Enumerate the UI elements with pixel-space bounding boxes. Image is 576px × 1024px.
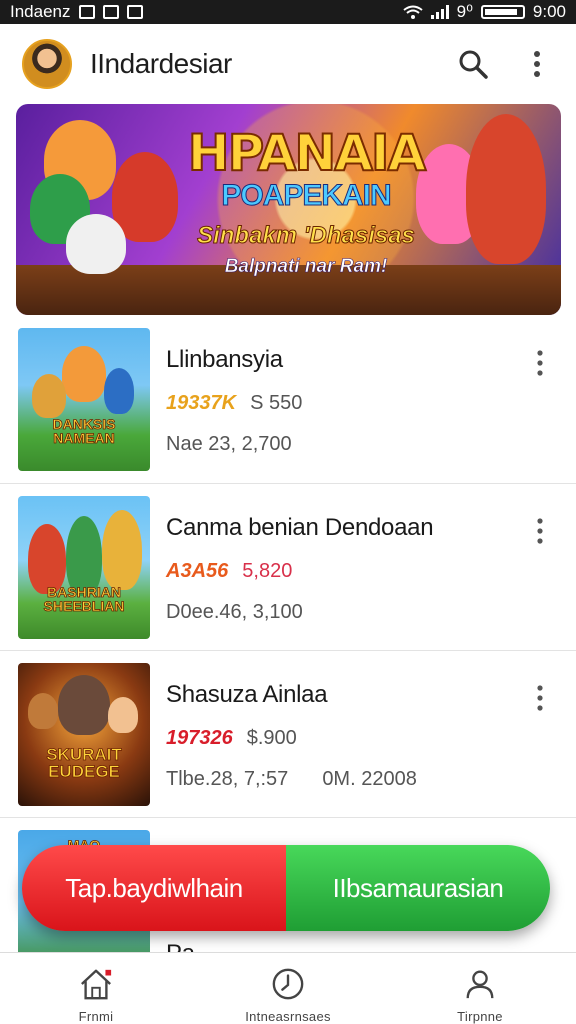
battery-percent: 9⁰ [456, 2, 473, 21]
message-icon [126, 5, 143, 19]
nav-profile-label: Tirpnne [457, 1009, 503, 1024]
avatar[interactable] [22, 39, 72, 89]
install-cta[interactable]: Tap.baydiwlhain IIbsamaurasian [22, 845, 550, 931]
nav-activity-label: Intneasrnsaes [245, 1009, 331, 1024]
game-price-primary: 19337K [166, 392, 237, 414]
banner-subtitle: POAPEKAIN [221, 179, 392, 213]
search-button[interactable] [456, 47, 490, 81]
wifi-icon [403, 5, 423, 19]
bottom-navigation: Frnmi Intneasrnsaes Tirpnne [0, 952, 576, 1024]
clock-time: 9:00 [532, 2, 566, 21]
battery-icon [480, 5, 525, 19]
game-meta: Tlbe.28, 7,:57 [166, 768, 289, 790]
nav-activity[interactable]: Intneasrnsaes [192, 953, 384, 1024]
banner-title: HPANAIA [187, 123, 427, 183]
item-menu-button[interactable] [536, 350, 546, 376]
promo-banner[interactable]: HPANAIA POAPEKAIN Sinbakm 'Dhasisas Balp… [16, 104, 561, 315]
game-price-secondary: S 550 [250, 392, 303, 414]
list-item[interactable]: SKURAIT EUDEGE Shasuza Ainlaa 197326 $.9… [0, 650, 576, 817]
status-bar: Indaenz 9⁰ 9:00 [0, 0, 576, 24]
game-thumbnail-title: BASHRIAN SHEEBLIAN [43, 584, 125, 614]
game-price-primary: A3A56 [166, 560, 229, 582]
nav-home-label: Frnmi [78, 1009, 114, 1024]
more-vertical-icon [534, 51, 540, 77]
home-icon [81, 969, 112, 1000]
game-name: Llinbansyia [166, 346, 283, 373]
thumb-fox-character [62, 346, 106, 402]
thumb-kid-character [108, 697, 138, 733]
overflow-menu-button[interactable] [520, 47, 554, 81]
thumb-bear-character [102, 510, 142, 590]
game-thumbnail[interactable]: DANKSIS NAMEAN [18, 328, 150, 471]
game-meta-extra: 0M. 22008 [322, 768, 417, 790]
image-icon [102, 5, 119, 19]
profile-icon [466, 970, 494, 999]
cta-right-button[interactable]: IIbsamaurasian [286, 845, 550, 931]
game-price-primary: 197326 [166, 727, 233, 749]
game-price-secondary: $.900 [246, 727, 297, 749]
game-thumbnail-title: SKURAIT EUDEGE [46, 745, 122, 781]
game-name: Canma benian Dendoaan [166, 514, 434, 541]
thumb-bear-character [32, 374, 66, 418]
game-thumbnail[interactable]: SKURAIT EUDEGE [18, 663, 150, 806]
game-name: Shasuza Ainlaa [166, 681, 328, 708]
game-thumbnail-title: DANKSIS NAMEAN [52, 416, 116, 446]
page-title: IIndardesiar [90, 48, 232, 79]
banner-tagline: Sinbakm 'Dhasisas [197, 222, 416, 250]
signal-icon [430, 5, 449, 19]
cartoon-dog-character [66, 214, 126, 274]
thumb-wolf-character [58, 675, 110, 735]
thumb-kid-character [104, 368, 134, 414]
game-thumbnail[interactable]: BASHRIAN SHEEBLIAN [18, 496, 150, 639]
app-bar: IIndardesiar [0, 24, 576, 104]
notification-icon [78, 5, 95, 19]
more-vertical-icon [537, 350, 543, 376]
nav-home[interactable]: Frnmi [0, 953, 192, 1024]
item-menu-button[interactable] [536, 685, 546, 711]
list-item[interactable]: BASHRIAN SHEEBLIAN Canma benian Dendoaan… [0, 483, 576, 650]
clock-icon [272, 968, 304, 1000]
nav-profile[interactable]: Tirpnne [384, 953, 576, 1024]
game-price-secondary: 5,820 [242, 560, 293, 582]
more-vertical-icon [537, 518, 543, 544]
cta-left-button[interactable]: Tap.baydiwlhain [22, 845, 286, 931]
item-menu-button[interactable] [536, 518, 546, 544]
cartoon-wolf-character [466, 114, 546, 264]
banner-caption: Balpnati nar Ram! [224, 256, 388, 278]
thumb-dog-character [28, 693, 58, 729]
search-icon [459, 50, 488, 79]
more-vertical-icon [537, 685, 543, 711]
list-item[interactable]: DANKSIS NAMEAN Llinbansyia 19337K S 550 … [0, 316, 576, 483]
game-meta: Nae 23, 2,700 [166, 433, 292, 455]
carrier-label: Indaenz [10, 2, 71, 21]
game-meta: D0ee.46, 3,100 [166, 601, 303, 623]
